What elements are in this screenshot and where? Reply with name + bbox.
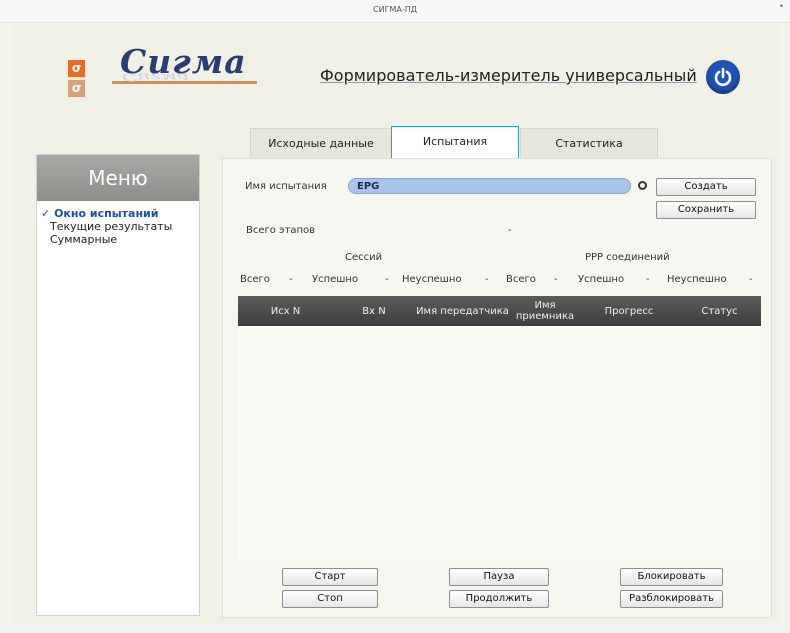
sessions-total-value: - bbox=[289, 274, 293, 285]
sessions-success-value: - bbox=[385, 274, 389, 285]
menu-item-current-results[interactable]: Текущие результаты bbox=[37, 220, 199, 233]
column-header-status[interactable]: Статус bbox=[678, 296, 761, 326]
tab-tests[interactable]: Испытания bbox=[391, 126, 519, 160]
window-title: СИГМА-ПД bbox=[373, 5, 417, 14]
results-table-body[interactable] bbox=[238, 326, 761, 561]
ppp-total-value: - bbox=[554, 274, 558, 285]
total-stages-label: Всего этапов bbox=[246, 225, 316, 236]
resume-button[interactable]: Продолжить bbox=[449, 590, 549, 608]
test-name-radio[interactable] bbox=[638, 181, 647, 190]
create-button[interactable]: Создать bbox=[656, 178, 756, 196]
logo-sigma-icon: σ bbox=[68, 60, 85, 77]
menu-item-test-window[interactable]: ✓ Окно испытаний bbox=[37, 207, 199, 220]
app-header: σ σ Сигма Сигма Формирователь-измеритель… bbox=[20, 24, 740, 114]
power-icon bbox=[714, 67, 732, 86]
ppp-success-value: - bbox=[646, 274, 650, 285]
menu-item-summary[interactable]: Суммарные bbox=[37, 233, 199, 246]
titlebar-dot: • bbox=[778, 2, 784, 12]
app-subtitle: Формирователь-измеритель универсальный bbox=[320, 66, 697, 85]
brand-logo-reflection: Сигма bbox=[122, 70, 189, 84]
ppp-fail-value: - bbox=[749, 274, 753, 285]
ppp-total-label: Всего bbox=[506, 274, 536, 285]
side-menu: Меню ✓ Окно испытаний Текущие результаты… bbox=[36, 154, 200, 616]
ppp-fail-label: Неуспешно bbox=[667, 274, 727, 285]
test-name-label: Имя испытания bbox=[245, 181, 327, 192]
logo-sigma-reflection-icon: σ bbox=[68, 80, 85, 97]
sessions-total-label: Всего bbox=[240, 274, 270, 285]
total-stages-value: - bbox=[508, 225, 512, 236]
menu-title: Меню bbox=[37, 155, 199, 201]
unblock-button[interactable]: Разблокировать bbox=[620, 590, 723, 608]
ppp-success-label: Успешно bbox=[578, 274, 625, 285]
ppp-connections-heading: PPP соединений bbox=[585, 252, 670, 263]
stop-button[interactable]: Стоп bbox=[282, 590, 378, 608]
results-table-header: Исх N Вх N Имя передатчика Имя приемника… bbox=[238, 296, 761, 326]
save-button[interactable]: Сохранить bbox=[656, 201, 756, 219]
window-titlebar: СИГМА-ПД • bbox=[0, 0, 790, 23]
column-header-in-n[interactable]: Вх N bbox=[333, 296, 415, 326]
column-header-transmitter-name[interactable]: Имя передатчика bbox=[415, 296, 510, 326]
pause-button[interactable]: Пауза bbox=[449, 568, 549, 586]
block-button[interactable]: Блокировать bbox=[620, 568, 723, 586]
tab-source-data[interactable]: Исходные данные bbox=[250, 128, 392, 160]
power-button[interactable] bbox=[706, 60, 740, 94]
column-header-out-n[interactable]: Исх N bbox=[238, 296, 333, 326]
start-button[interactable]: Старт bbox=[282, 568, 378, 586]
column-header-progress[interactable]: Прогресс bbox=[580, 296, 678, 326]
tab-statistics[interactable]: Статистика bbox=[520, 128, 658, 160]
sessions-success-label: Успешно bbox=[312, 274, 359, 285]
sessions-heading: Сессий bbox=[345, 252, 383, 263]
menu-item-label: Окно испытаний bbox=[54, 207, 159, 220]
sessions-fail-label: Неуспешно bbox=[402, 274, 462, 285]
sessions-fail-value: - bbox=[485, 274, 489, 285]
checkmark-icon: ✓ bbox=[41, 207, 51, 220]
column-header-receiver-name[interactable]: Имя приемника bbox=[510, 296, 580, 326]
test-name-input[interactable]: EPG bbox=[348, 178, 631, 194]
